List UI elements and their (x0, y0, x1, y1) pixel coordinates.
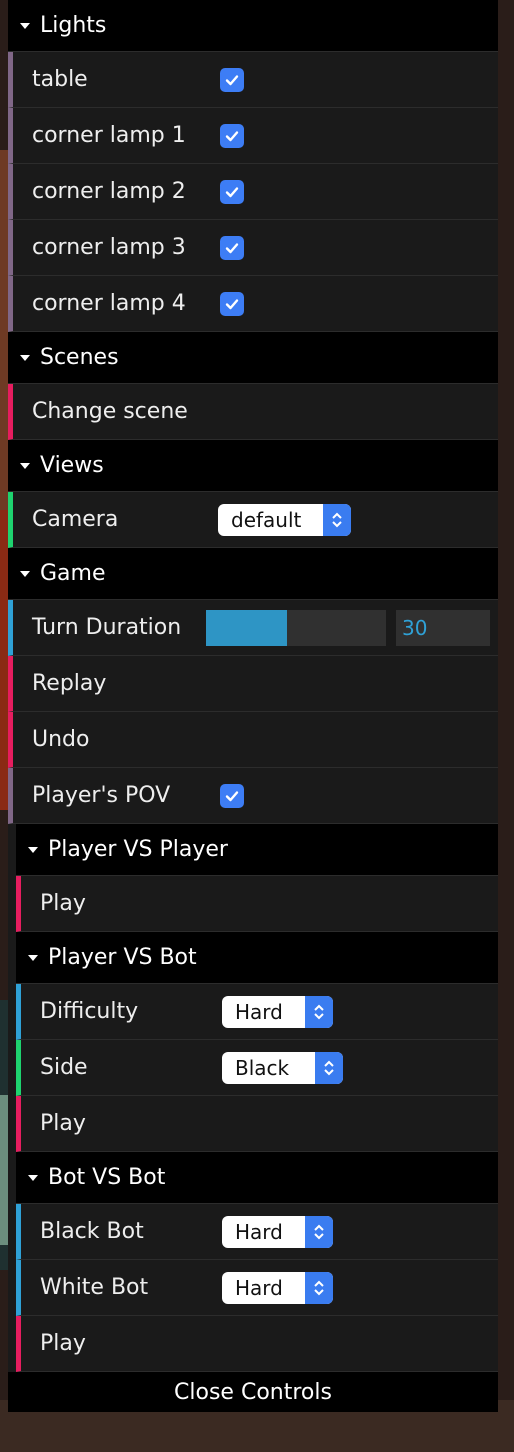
select-value: Hard (235, 1275, 283, 1300)
checkmark-icon (225, 242, 239, 253)
select-arrows-icon (305, 1271, 333, 1304)
checkbox[interactable] (220, 291, 244, 316)
light-toggle-corner-lamp-2: corner lamp 2 (8, 164, 498, 220)
light-toggle-corner-lamp-1: corner lamp 1 (8, 108, 498, 164)
checkmark-icon (225, 298, 239, 309)
select-arrows-icon (323, 503, 351, 536)
pov-label: Player's POV (32, 783, 171, 808)
select-value: default (231, 507, 302, 532)
checkbox[interactable] (220, 783, 244, 808)
checkmark-icon (225, 790, 239, 801)
checkmark-icon (225, 130, 239, 141)
select-arrows-icon (315, 1051, 343, 1084)
light-label: corner lamp 3 (32, 235, 186, 260)
caret-down-icon (20, 354, 30, 361)
light-label: table (32, 67, 88, 92)
folder-title: Scenes (40, 345, 119, 370)
folder-game[interactable]: Game (8, 548, 498, 600)
difficulty-label: Difficulty (40, 999, 139, 1024)
camera-row: Camera default (8, 492, 498, 548)
button-label: Play (40, 891, 86, 916)
checkmark-icon (225, 186, 239, 197)
checkmark-icon (225, 74, 239, 85)
select-value: Black (235, 1055, 290, 1080)
pvb-play-button[interactable]: Play (16, 1096, 498, 1152)
select-value: Hard (235, 999, 283, 1024)
caret-down-icon (20, 22, 30, 29)
change-scene-button[interactable]: Change scene (8, 384, 498, 440)
folder-title: Player VS Bot (48, 945, 197, 970)
light-toggle-table: table (8, 52, 498, 108)
bvb-play-button[interactable]: Play (16, 1316, 498, 1372)
difficulty-row: Difficulty Hard (16, 984, 498, 1040)
controls-panel: Lights table corner lamp 1 corner lamp 2… (8, 0, 498, 1412)
checkbox[interactable] (220, 123, 244, 148)
folder-scenes[interactable]: Scenes (8, 332, 498, 384)
folder-title: Game (40, 561, 106, 586)
light-toggle-corner-lamp-4: corner lamp 4 (8, 276, 498, 332)
turn-duration-label: Turn Duration (32, 615, 182, 640)
button-label: Undo (32, 727, 90, 752)
side-label: Side (40, 1055, 88, 1080)
light-label: corner lamp 1 (32, 123, 186, 148)
close-controls-button[interactable]: Close Controls (8, 1372, 498, 1412)
select-value: Hard (235, 1219, 283, 1244)
light-label: corner lamp 2 (32, 179, 186, 204)
folder-player-vs-bot[interactable]: Player VS Bot (16, 932, 498, 984)
button-label: Replay (32, 671, 107, 696)
camera-select[interactable]: default (218, 503, 351, 536)
button-label: Play (40, 1331, 86, 1356)
folder-title: Lights (40, 13, 107, 38)
select-arrows-icon (305, 995, 333, 1028)
slider-fill (206, 610, 287, 646)
folder-player-vs-player[interactable]: Player VS Player (16, 824, 498, 876)
caret-down-icon (28, 1174, 38, 1181)
button-label: Play (40, 1111, 86, 1136)
pvp-play-button[interactable]: Play (16, 876, 498, 932)
caret-down-icon (20, 462, 30, 469)
replay-button[interactable]: Replay (8, 656, 498, 712)
folder-title: Player VS Player (48, 837, 228, 862)
select-arrows-icon (305, 1215, 333, 1248)
folder-title: Views (40, 453, 104, 478)
folder-views[interactable]: Views (8, 440, 498, 492)
turn-duration-slider[interactable] (206, 610, 386, 646)
difficulty-select[interactable]: Hard (222, 995, 333, 1028)
checkbox[interactable] (220, 235, 244, 260)
undo-button[interactable]: Undo (8, 712, 498, 768)
players-pov-row: Player's POV (8, 768, 498, 824)
side-select[interactable]: Black (222, 1051, 343, 1084)
black-bot-row: Black Bot Hard (16, 1204, 498, 1260)
white-bot-label: White Bot (40, 1275, 149, 1300)
caret-down-icon (20, 570, 30, 577)
light-toggle-corner-lamp-3: corner lamp 3 (8, 220, 498, 276)
turn-duration-input[interactable]: 30 (396, 610, 490, 646)
folder-bot-vs-bot[interactable]: Bot VS Bot (16, 1152, 498, 1204)
checkbox[interactable] (220, 179, 244, 204)
white-bot-row: White Bot Hard (16, 1260, 498, 1316)
black-bot-select[interactable]: Hard (222, 1215, 333, 1248)
folder-lights[interactable]: Lights (8, 0, 498, 52)
black-bot-label: Black Bot (40, 1219, 144, 1244)
turn-duration-row: Turn Duration 30 (8, 600, 498, 656)
caret-down-icon (28, 954, 38, 961)
game-subfolders: Player VS Player Play Player VS Bot Diff… (8, 824, 498, 1372)
light-label: corner lamp 4 (32, 291, 186, 316)
white-bot-select[interactable]: Hard (222, 1271, 333, 1304)
checkbox[interactable] (220, 67, 244, 92)
folder-title: Bot VS Bot (48, 1165, 166, 1190)
caret-down-icon (28, 846, 38, 853)
camera-label: Camera (32, 507, 119, 532)
button-label: Change scene (32, 399, 188, 424)
side-row: Side Black (16, 1040, 498, 1096)
